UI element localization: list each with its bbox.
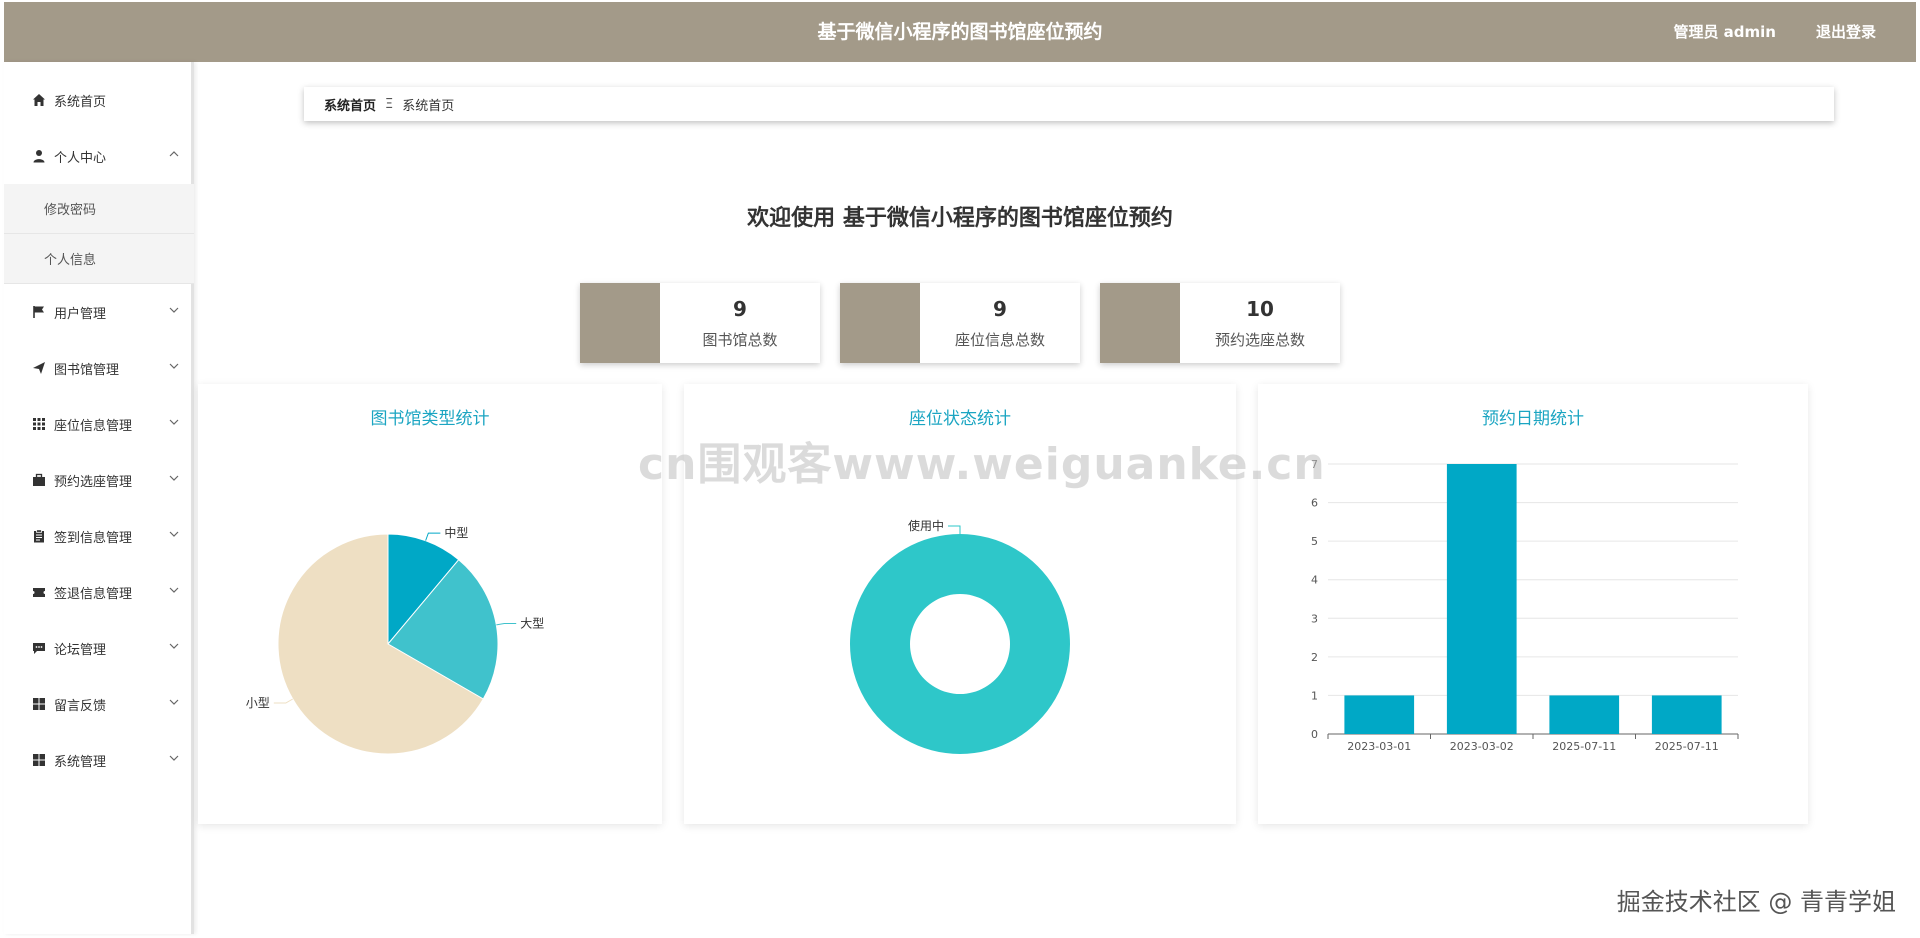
pie-label: 使用中: [908, 518, 944, 533]
pie-leader-line: [948, 525, 961, 534]
y-tick-label: 0: [1311, 728, 1318, 741]
comment-icon: [32, 641, 46, 655]
pie-label: 小型: [246, 696, 270, 710]
sidebar-item-label: 论坛管理: [54, 642, 107, 658]
breadcrumb-home-link[interactable]: 系统首页: [324, 95, 376, 114]
sidebar-item-checkout-management[interactable]: 签退信息管理: [4, 572, 194, 612]
x-tick-label: 2023-03-02: [1450, 740, 1514, 753]
sidebar-item-library-management[interactable]: 图书馆管理: [4, 348, 194, 388]
sidebar: 系统首页 个人中心 修改密码 个人信息 用户管理 图书馆管理 座位信息管理 预约…: [4, 62, 194, 934]
sidebar-item-label: 个人中心: [54, 150, 107, 166]
current-user: 管理员 admin: [1673, 23, 1776, 41]
sidebar-item-feedback[interactable]: 留言反馈: [4, 684, 194, 724]
sidebar-item-reservation-management[interactable]: 预约选座管理: [4, 460, 194, 500]
dashboard-icon: [32, 753, 46, 767]
stat-label: 预约选座总数: [1214, 330, 1305, 349]
pie-leader-line: [425, 532, 441, 541]
watermark-center: cn围观客www.weiguanke.cn: [638, 439, 1326, 490]
flag-icon: [32, 305, 46, 319]
stat-card-seats: 9 座位信息总数: [840, 283, 1080, 363]
chevron-down-icon: [169, 307, 179, 313]
bar: [1549, 695, 1620, 734]
pie-label: 大型: [520, 617, 544, 631]
sidebar-item-personal-center[interactable]: 个人中心: [4, 136, 194, 176]
sidebar-item-label: 预约选座管理: [54, 474, 133, 490]
sidebar-item-label: 系统首页: [54, 94, 107, 110]
y-tick-label: 4: [1311, 574, 1318, 587]
briefcase-icon: [32, 473, 46, 487]
chevron-down-icon: [169, 755, 179, 761]
pie-leader-line: [496, 623, 517, 626]
stat-value: 10: [1246, 296, 1274, 321]
breadcrumb: 系统首页 Ξ 系统首页: [304, 87, 1834, 121]
sidebar-item-label: 用户管理: [54, 306, 107, 322]
app-title: 基于微信小程序的图书馆座位预约: [817, 21, 1103, 43]
sidebar-item-label: 签退信息管理: [54, 586, 133, 602]
stat-card-swatch: [840, 283, 920, 363]
top-header: 基于微信小程序的图书馆座位预约 管理员 admin 退出登录: [4, 2, 1916, 62]
chevron-down-icon: [169, 363, 179, 369]
sidebar-item-seat-management[interactable]: 座位信息管理: [4, 404, 194, 444]
stat-label: 座位信息总数: [954, 330, 1045, 349]
x-tick-label: 2025-07-11: [1552, 740, 1616, 753]
x-tick-label: 2023-03-01: [1347, 740, 1411, 753]
stat-card-swatch: [1100, 283, 1180, 363]
sidebar-item-checkin-management[interactable]: 签到信息管理: [4, 516, 194, 556]
chevron-up-icon: [169, 151, 179, 157]
bar: [1651, 695, 1722, 734]
submenu-change-password[interactable]: 修改密码: [4, 184, 194, 234]
stat-card-swatch: [580, 283, 660, 363]
grid-icon: [32, 417, 46, 431]
chevron-down-icon: [169, 643, 179, 649]
sidebar-item-label: 座位信息管理: [54, 418, 133, 434]
stat-card-libraries: 9 图书馆总数: [580, 283, 820, 363]
stat-value: 9: [993, 296, 1007, 321]
sidebar-item-label: 图书馆管理: [54, 362, 120, 378]
submenu-personal-info[interactable]: 个人信息: [4, 234, 194, 284]
stat-value: 9: [733, 296, 747, 321]
sidebar-item-system-management[interactable]: 系统管理: [4, 740, 194, 780]
breadcrumb-current: 系统首页: [402, 98, 455, 114]
clipboard-icon: [32, 529, 46, 543]
sidebar-item-forum-management[interactable]: 论坛管理: [4, 628, 194, 668]
sidebar-item-label: 签到信息管理: [54, 530, 133, 546]
stat-label: 图书馆总数: [702, 330, 778, 349]
sidebar-item-label: 留言反馈: [54, 698, 107, 714]
home-icon: [32, 93, 46, 107]
x-tick-label: 2025-07-11: [1655, 740, 1719, 753]
pie-label: 中型: [444, 525, 468, 540]
bar: [1446, 464, 1517, 734]
ticket-icon: [32, 585, 46, 599]
breadcrumb-separator: Ξ: [385, 96, 394, 112]
logout-button[interactable]: 退出登录: [1816, 2, 1876, 62]
watermark-corner: 掘金技术社区 @ 青青学姐: [1616, 888, 1896, 916]
reservation-date-bar-chart: 012345672023-03-01 2023-03-02 2025-07-11 20…: [1311, 458, 1739, 753]
y-tick-label: 3: [1311, 612, 1318, 625]
chart-panel-reservation-date: 预约日期统计 0 1 2 3 4 5 6 7 2023-03-01 2023-03-02 2025-…: [1258, 384, 1808, 824]
y-tick-label: 6: [1311, 497, 1318, 510]
pie-slice: [849, 534, 1070, 754]
y-tick-label: 2: [1311, 651, 1318, 664]
chevron-down-icon: [169, 587, 179, 593]
bar: [1344, 695, 1415, 734]
sidebar-item-label: 系统管理: [54, 754, 107, 770]
chevron-down-icon: [169, 419, 179, 425]
chevron-down-icon: [169, 699, 179, 705]
pie-leader-line: [273, 698, 293, 704]
chevron-down-icon: [169, 531, 179, 537]
chevron-down-icon: [169, 475, 179, 481]
sidebar-item-user-management[interactable]: 用户管理: [4, 292, 194, 332]
y-tick-label: 1: [1311, 689, 1318, 702]
y-tick-label: 5: [1311, 535, 1318, 548]
dashboard-icon: [32, 697, 46, 711]
paper-plane-icon: [32, 361, 46, 375]
sidebar-item-home[interactable]: 系统首页: [4, 80, 194, 120]
chart-panel-library-type: 图书馆类型统计 中型 大型 小型: [198, 384, 662, 824]
stat-card-reservations: 10 预约选座总数: [1100, 283, 1340, 363]
welcome-heading: 欢迎使用 基于微信小程序的图书馆座位预约: [747, 206, 1173, 231]
user-icon: [32, 149, 46, 163]
library-type-pie-chart: 中型大型小型: [246, 525, 544, 755]
